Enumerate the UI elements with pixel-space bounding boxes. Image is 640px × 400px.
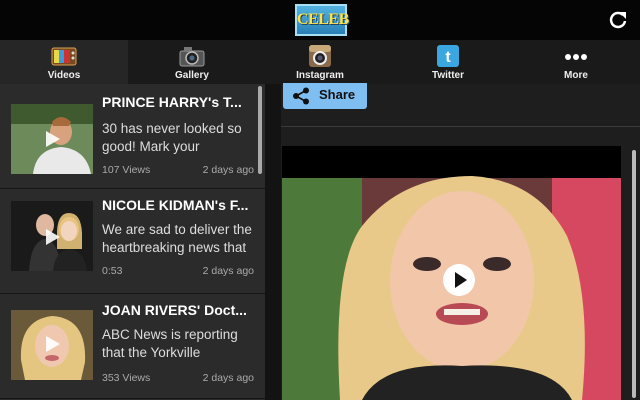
tab-gallery[interactable]: Gallery bbox=[128, 40, 256, 84]
list-item[interactable]: NICOLE KIDMAN's F... We are sad to deliv… bbox=[0, 189, 265, 294]
video-description-line: heartbreaking news that bbox=[102, 240, 247, 255]
video-title: NICOLE KIDMAN's F... bbox=[102, 197, 249, 213]
tab-videos[interactable]: Videos bbox=[0, 40, 128, 84]
detail-scrollbar[interactable] bbox=[632, 150, 636, 398]
share-icon bbox=[293, 87, 309, 105]
tab-label: Instagram bbox=[296, 70, 344, 81]
tab-label: Videos bbox=[47, 70, 81, 81]
tab-twitter[interactable]: t Twitter bbox=[384, 40, 512, 84]
video-thumbnail[interactable] bbox=[11, 310, 93, 380]
video-description-line: good! Mark your bbox=[102, 139, 200, 154]
list-item[interactable]: JOAN RIVERS' Doct... ABC News is reporti… bbox=[0, 294, 265, 399]
video-list[interactable]: PRINCE HARRY's T... 30 has never looked … bbox=[0, 84, 265, 400]
share-label: Share bbox=[319, 87, 356, 102]
video-description-line: ABC News is reporting bbox=[102, 327, 238, 342]
video-thumbnail[interactable] bbox=[11, 201, 93, 271]
play-icon[interactable] bbox=[442, 263, 476, 297]
tab-instagram[interactable]: Instagram bbox=[256, 40, 384, 84]
tv-icon bbox=[51, 47, 77, 66]
pane-divider bbox=[265, 84, 281, 400]
twitter-icon: t bbox=[437, 45, 459, 67]
video-thumbnail[interactable] bbox=[11, 104, 93, 174]
tab-label: Gallery bbox=[175, 70, 209, 81]
video-title: JOAN RIVERS' Doct... bbox=[102, 302, 247, 318]
play-icon[interactable] bbox=[42, 334, 62, 354]
list-item[interactable]: PRINCE HARRY's T... 30 has never looked … bbox=[0, 84, 265, 189]
tab-label: More bbox=[564, 70, 588, 81]
video-description-line: 30 has never looked so bbox=[102, 121, 242, 136]
camera-icon bbox=[179, 47, 205, 67]
tab-label: Twitter bbox=[431, 70, 465, 81]
video-stat: 353 Views bbox=[102, 372, 151, 384]
top-bar: CELEB TV bbox=[0, 0, 640, 56]
instagram-icon bbox=[309, 45, 331, 67]
tab-bar: Videos Gallery Instagram t Twitter More bbox=[0, 40, 640, 84]
svg-text:t: t bbox=[445, 49, 451, 66]
video-meta: 353 Views 2 days ago bbox=[102, 372, 254, 384]
video-meta: 0:53 2 days ago bbox=[102, 265, 254, 277]
video-title: PRINCE HARRY's T... bbox=[102, 94, 242, 110]
more-dots-icon bbox=[565, 54, 587, 60]
celeb-tv-logo: CELEB TV bbox=[295, 4, 349, 56]
video-description-line: that the Yorkville bbox=[102, 345, 201, 360]
play-icon[interactable] bbox=[42, 227, 62, 247]
refresh-icon[interactable] bbox=[607, 9, 629, 31]
video-stat: 0:53 bbox=[102, 265, 123, 277]
video-age: 2 days ago bbox=[202, 372, 254, 384]
video-age: 2 days ago bbox=[202, 265, 254, 277]
video-description-line: We are sad to deliver the bbox=[102, 222, 252, 237]
list-scrollbar[interactable] bbox=[258, 86, 262, 174]
video-meta: 107 Views 2 days ago bbox=[102, 164, 254, 176]
video-stat: 107 Views bbox=[102, 164, 151, 176]
play-icon[interactable] bbox=[42, 129, 62, 149]
tab-more[interactable]: More bbox=[512, 40, 640, 84]
divider-line bbox=[281, 126, 640, 127]
video-age: 2 days ago bbox=[202, 164, 254, 176]
video-player[interactable] bbox=[282, 146, 621, 400]
share-button[interactable]: Share bbox=[283, 83, 367, 109]
